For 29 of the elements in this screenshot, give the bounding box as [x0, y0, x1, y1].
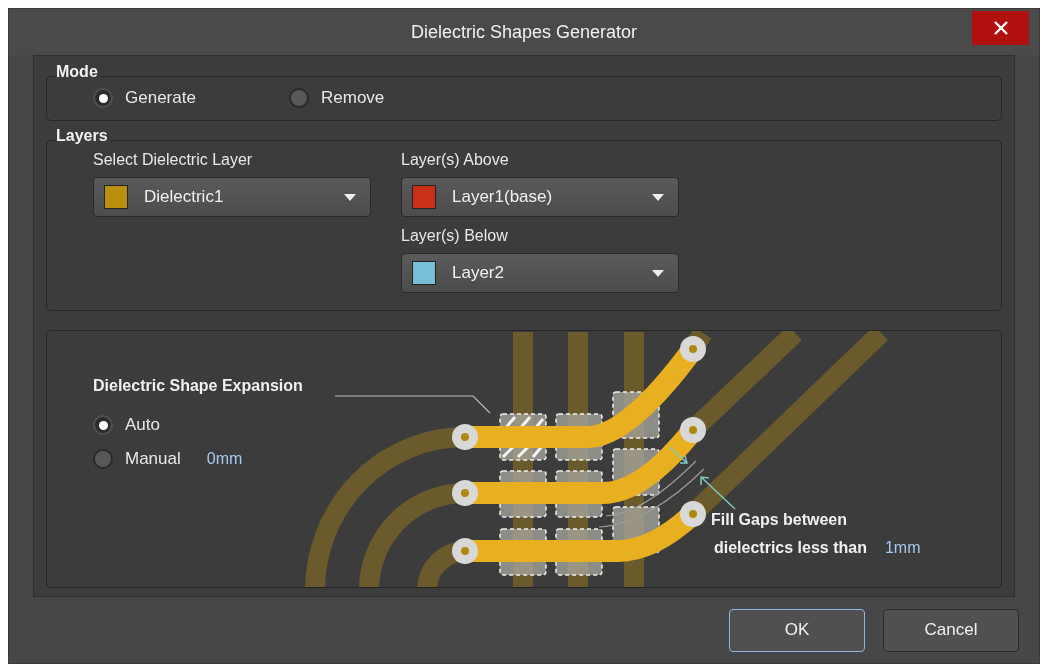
radio-label: Generate — [125, 88, 196, 109]
caret-icon — [652, 193, 664, 201]
fill-gaps-label: Fill Gaps between — [711, 511, 848, 530]
section-label: Dielectric Shape Expansion — [93, 377, 304, 396]
layer-dropdown[interactable]: Layer2 — [401, 253, 679, 294]
layer-dropdown[interactable]: Dielectric1 — [93, 177, 371, 218]
radio-button[interactable] — [289, 88, 309, 109]
gap-arrows-drawing — [668, 446, 736, 511]
radio-button[interactable] — [93, 449, 113, 470]
radio-label: Remove — [321, 88, 385, 109]
field-label: Layer(s) Below — [401, 227, 509, 246]
fill-gaps-label: dielectrics less than — [714, 539, 867, 558]
dialog-button[interactable]: OK — [729, 608, 865, 652]
dialog-button[interactable]: Cancel — [883, 608, 1019, 652]
caret-icon — [344, 193, 356, 201]
layer-dropdown[interactable]: Layer1(base) — [401, 177, 679, 218]
radio-label: Manual — [125, 449, 181, 470]
close-icon — [992, 20, 1009, 36]
window-title: Dielectric Shapes Generator — [410, 21, 638, 43]
radio-button[interactable] — [93, 88, 113, 109]
radio-button[interactable] — [93, 415, 113, 436]
field-label: Layer(s) Above — [401, 151, 510, 170]
value-text: 1mm — [884, 539, 921, 558]
group-label: Layers — [56, 127, 110, 146]
field-label: Select Dielectric Layer — [93, 151, 254, 170]
value-text: 0mm — [206, 450, 243, 469]
close-button[interactable] — [972, 11, 1029, 45]
radio-label: Auto — [125, 415, 160, 436]
caret-icon — [652, 269, 664, 277]
